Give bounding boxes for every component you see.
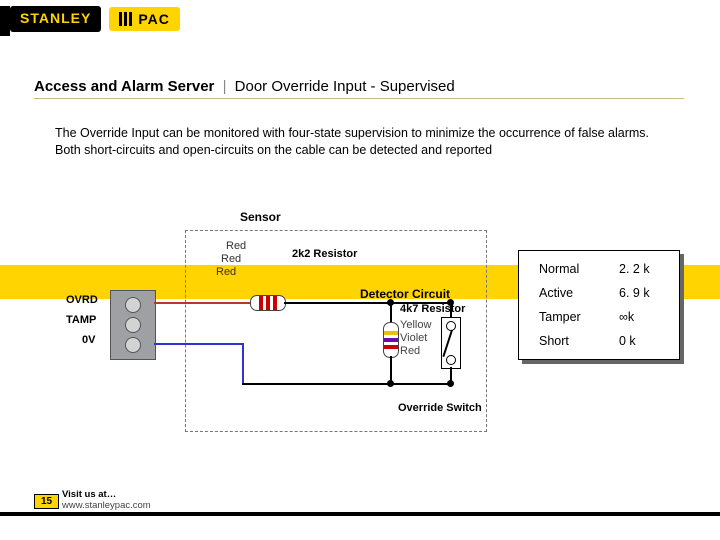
slide: STANLEY PAC Access and Alarm Server | Do…: [0, 0, 720, 540]
band-label: Red: [400, 345, 420, 357]
terminal-label: 0V: [82, 334, 95, 346]
resistor-4k7-icon: [383, 322, 399, 358]
terminal-tamp: [125, 317, 141, 333]
state-table: Normal2. 2 k Active6. 9 k Tamper∞k Short…: [518, 250, 680, 360]
wire-icon: [154, 302, 250, 304]
title-separator: |: [223, 78, 227, 95]
terminal-ovrd: [125, 297, 141, 313]
wire-icon: [242, 343, 244, 383]
terminal-label: TAMP: [66, 314, 96, 326]
table-row: Tamper∞k: [529, 305, 669, 329]
wire-icon: [390, 302, 392, 322]
page-title: Access and Alarm Server | Door Override …: [34, 78, 455, 95]
title-main: Access and Alarm Server: [34, 78, 214, 95]
pac-text: PAC: [138, 11, 170, 27]
table-row: Active6. 9 k: [529, 281, 669, 305]
logo-bar: STANLEY PAC: [10, 6, 180, 32]
wire-icon: [390, 383, 450, 385]
stanley-text: STANLEY: [20, 10, 91, 26]
band-label: Violet: [400, 332, 427, 344]
edge-block: [0, 6, 10, 36]
title-sub: Door Override Input - Supervised: [235, 78, 455, 95]
footer-line: [0, 512, 720, 516]
band-label: Yellow: [400, 319, 431, 331]
wire-icon: [154, 343, 242, 345]
table-row: Short0 k: [529, 329, 669, 353]
override-switch-icon: [441, 317, 461, 369]
terminal-0v: [125, 337, 141, 353]
pac-logo: PAC: [109, 7, 180, 31]
wiring-diagram: Sensor Detector Circuit OVRD TAMP 0V 2k2…: [60, 210, 490, 440]
wire-icon: [450, 302, 452, 317]
band-label: Red: [221, 253, 241, 265]
stanley-logo: STANLEY: [10, 6, 101, 32]
override-switch-label: Override Switch: [398, 402, 482, 414]
wire-icon: [450, 367, 452, 383]
resistor-4k7-label: 4k7 Resistor: [400, 303, 465, 315]
resistor-2k2-label: 2k2 Resistor: [292, 248, 357, 260]
pac-bars-icon: [119, 12, 132, 26]
sensor-label: Sensor: [240, 210, 281, 224]
terminal-label: OVRD: [66, 294, 98, 306]
footer-visit: Visit us at… www.stanleypac.com: [62, 490, 151, 512]
wire-icon: [390, 356, 392, 383]
band-label: Red: [226, 240, 246, 252]
visit-url: www.stanleypac.com: [62, 501, 151, 512]
table-row: Normal2. 2 k: [529, 257, 669, 281]
detector-circuit-label: Detector Circuit: [360, 287, 450, 301]
terminal-block-icon: [110, 290, 156, 360]
body-text: The Override Input can be monitored with…: [55, 125, 655, 159]
wire-icon: [242, 383, 390, 385]
footer: 15 Visit us at… www.stanleypac.com: [0, 512, 720, 516]
resistor-2k2-icon: [250, 295, 286, 311]
page-number: 15: [34, 494, 59, 509]
wire-icon: [284, 302, 390, 304]
title-rule: [34, 98, 684, 102]
band-label: Red: [216, 266, 236, 278]
